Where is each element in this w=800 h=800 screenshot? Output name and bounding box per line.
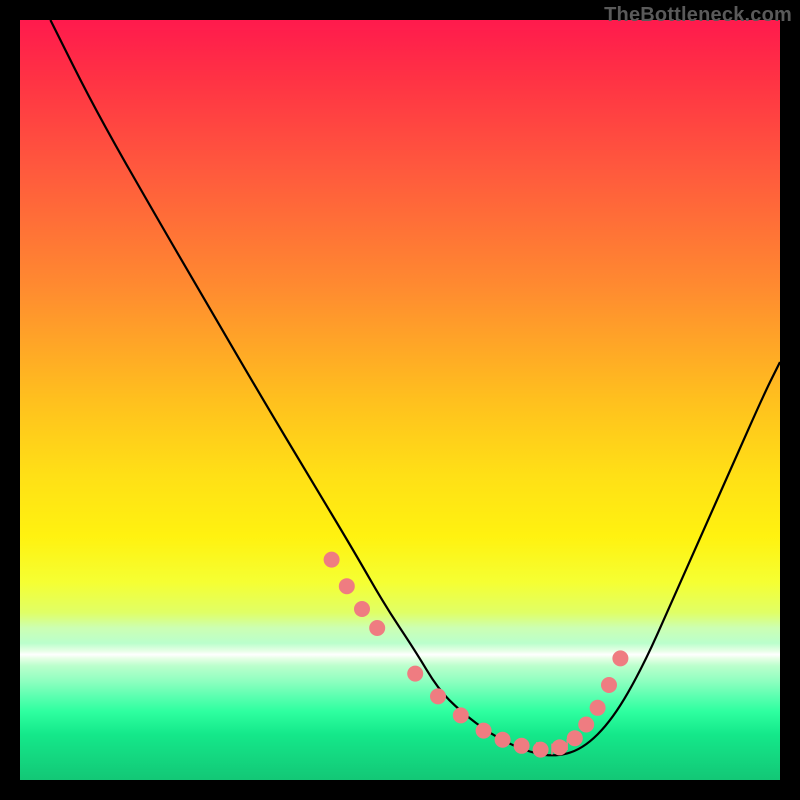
marker-dot (324, 552, 340, 568)
chart-overlay (20, 20, 780, 780)
marker-dot (612, 650, 628, 666)
marker-dot (453, 707, 469, 723)
marker-dot (495, 732, 511, 748)
marker-dot (590, 700, 606, 716)
marker-dot (430, 688, 446, 704)
marker-dot (476, 723, 492, 739)
marker-dot (533, 742, 549, 758)
marker-dot (601, 677, 617, 693)
chart-container: TheBottleneck.com (0, 0, 800, 800)
marker-dot (552, 739, 568, 755)
attribution-label: TheBottleneck.com (604, 4, 792, 27)
marker-dot (407, 666, 423, 682)
marker-dot (369, 620, 385, 636)
bottleneck-curve (50, 20, 780, 755)
marker-dot (578, 717, 594, 733)
marker-dot (339, 578, 355, 594)
highlight-markers (324, 552, 629, 758)
marker-dot (354, 601, 370, 617)
marker-dot (567, 730, 583, 746)
